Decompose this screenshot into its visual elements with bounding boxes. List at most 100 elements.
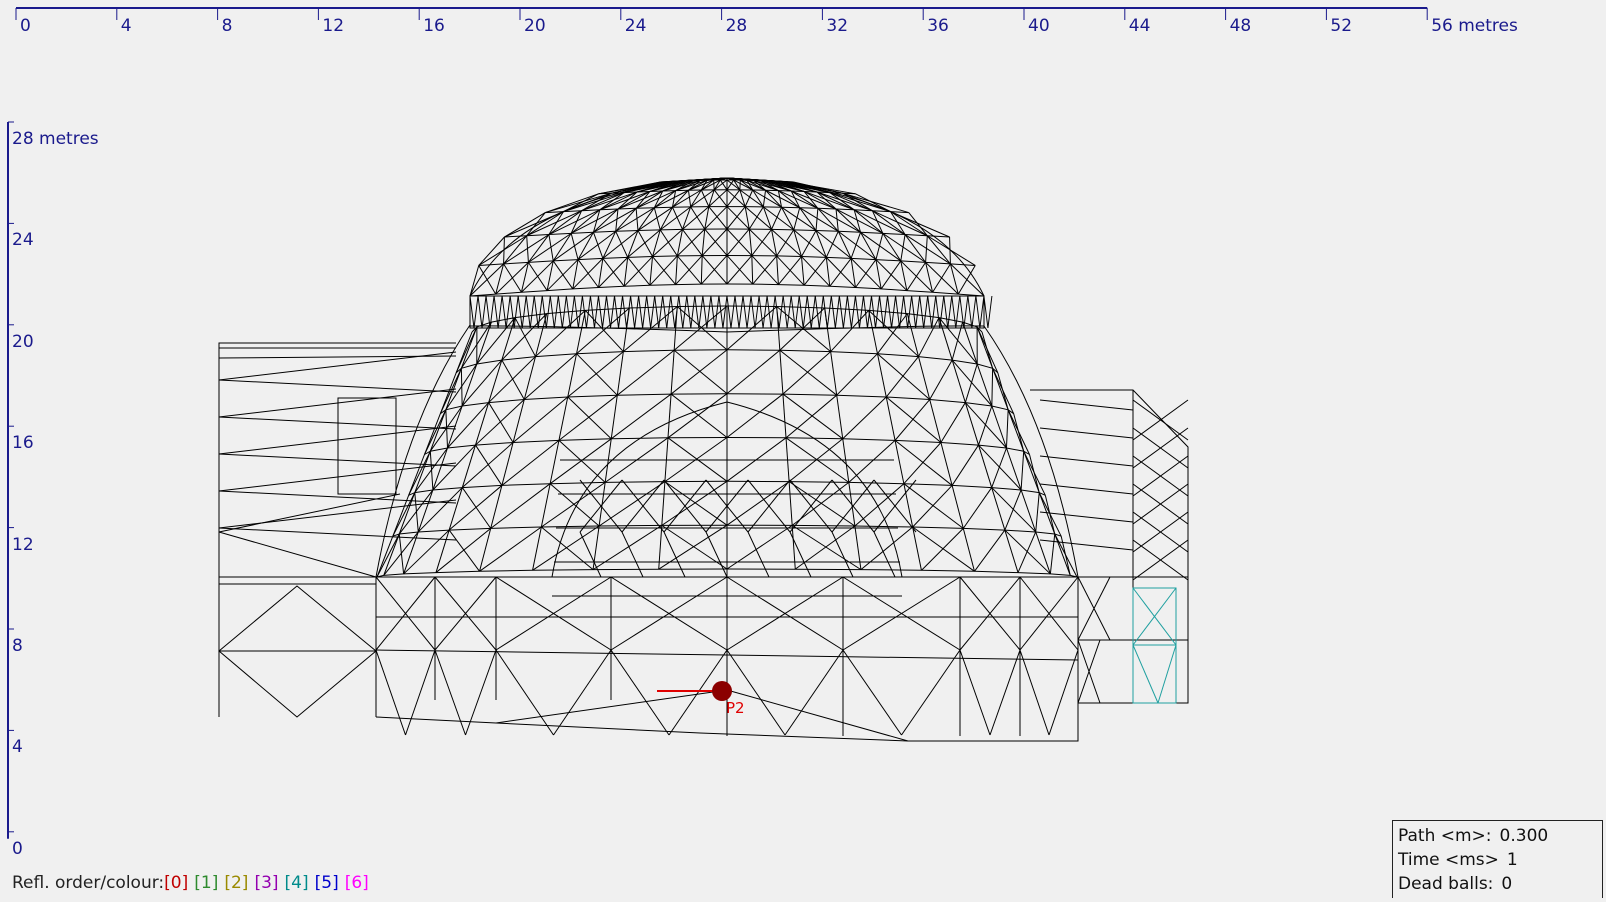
mesh-edge (792, 525, 861, 569)
mesh-edge (559, 395, 617, 440)
mesh-edge (748, 532, 769, 577)
mesh-edge (593, 525, 662, 569)
mesh-edge (676, 256, 678, 285)
source-marker[interactable] (712, 681, 732, 701)
mesh-edge (578, 296, 582, 328)
mesh-edge (679, 296, 683, 328)
mesh-edge (919, 318, 940, 357)
mesh-edge (617, 350, 674, 395)
mesh-edge (912, 296, 916, 328)
mesh-edge (1050, 534, 1054, 574)
mesh-edge (775, 296, 779, 328)
mesh-edge (406, 650, 436, 735)
mesh-edge (944, 296, 948, 328)
time-label: Time <ms> (1398, 850, 1499, 870)
mesh-edge (727, 350, 780, 393)
mesh-edge (623, 296, 627, 328)
mesh-edge (647, 296, 651, 328)
mesh-edge (727, 180, 740, 190)
mesh-edge (1021, 451, 1024, 490)
mesh-edge (616, 208, 655, 232)
x-tick-label: 36 (927, 16, 949, 36)
mesh-edge (628, 257, 650, 285)
mesh-edge (515, 318, 536, 357)
mesh-edge (1008, 410, 1029, 455)
mesh-edge (783, 394, 786, 438)
mesh-edge (418, 490, 433, 532)
mesh-edge (524, 357, 535, 400)
mesh-edge (653, 257, 676, 285)
y-tick-label: 12 (12, 535, 34, 555)
mesh-edge (482, 296, 486, 328)
mesh-edge (470, 296, 474, 328)
mesh-edge (518, 296, 522, 328)
reflection-order-4-mesh (1133, 588, 1176, 703)
mesh-edge (771, 296, 775, 328)
mesh-edge (522, 296, 526, 328)
mesh-edge (659, 525, 662, 569)
mesh-edge (749, 229, 752, 255)
mesh-edge (430, 410, 446, 451)
status-panel: Path <m>:0.300 Time <ms>1 Dead balls:0 (1392, 820, 1603, 898)
mesh-edge (939, 318, 952, 361)
mesh-edge (707, 296, 711, 328)
viewport[interactable]: P2 048121620242832364044485256 metres 28… (0, 0, 1606, 898)
mesh-edge (905, 235, 950, 264)
mesh-edge (527, 212, 564, 236)
mesh-edge (578, 231, 616, 259)
mesh-edge (611, 395, 617, 439)
mesh-edge (1036, 532, 1051, 574)
mesh-edge (662, 482, 665, 526)
mesh-edge (876, 296, 880, 328)
mesh-edge (627, 296, 631, 328)
mesh-edge (727, 296, 731, 328)
mesh-edge (638, 231, 653, 257)
mesh-edge (780, 350, 837, 395)
mesh-edge (502, 442, 513, 485)
x-tick-label: 4 (121, 16, 132, 36)
mesh-edge (772, 207, 782, 229)
mesh-edge (974, 530, 1004, 571)
mesh-edge (847, 296, 851, 328)
mesh-edge (826, 257, 830, 286)
mesh-edge (851, 232, 860, 258)
mesh-edge (972, 296, 976, 328)
mesh-edge (838, 231, 851, 258)
mesh-edge (435, 650, 466, 735)
mesh-edge (399, 534, 403, 574)
mesh-edge (727, 190, 740, 207)
mesh-edge (965, 364, 977, 403)
mesh-edge (913, 527, 975, 571)
model-canvas[interactable]: P2 (0, 0, 1606, 898)
mesh-edge (799, 296, 803, 328)
mesh-edge (790, 532, 811, 577)
mesh-edge (926, 262, 933, 292)
mesh-edge (792, 525, 795, 569)
mesh-edge (818, 208, 838, 231)
mesh-edge (635, 296, 639, 328)
reflection-order-legend: Refl. order/colour:[0][1][2][3][4][5][6] (12, 873, 369, 893)
mesh-edge (952, 360, 965, 403)
left-wing-box (338, 398, 396, 494)
mesh-edge (433, 448, 448, 490)
mesh-edge (1018, 532, 1036, 573)
mesh-edge (902, 650, 961, 735)
mesh-edge (660, 207, 672, 230)
mesh-edge (478, 296, 482, 328)
mesh-edge (909, 213, 928, 236)
mesh-edge (913, 485, 952, 527)
x-tick-label: 40 (1028, 16, 1050, 36)
mesh-edge (976, 296, 980, 328)
mesh-edge (992, 368, 993, 406)
mesh-edge (801, 257, 804, 286)
mesh-edge (559, 440, 605, 482)
mesh-edge (861, 232, 876, 259)
mesh-edge (919, 357, 930, 400)
mesh-edge (550, 439, 611, 484)
mesh-edge (491, 485, 502, 528)
mesh-edge (963, 488, 991, 529)
mesh-edge (530, 296, 534, 328)
dead-balls-row: Dead balls:0 (1398, 872, 1597, 896)
mesh-edge (219, 356, 456, 358)
mesh-edge (930, 360, 952, 399)
